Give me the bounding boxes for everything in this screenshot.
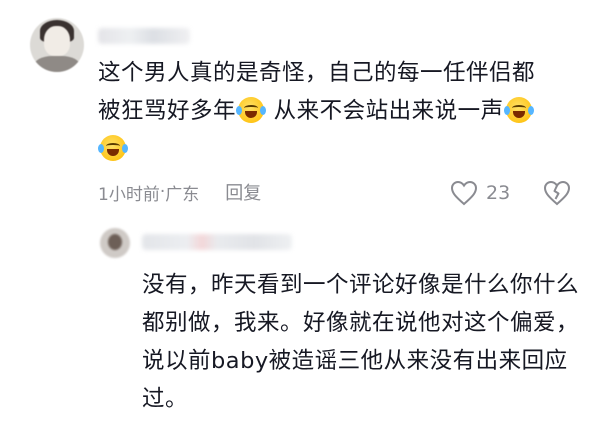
comment-text: 这个男人真的是奇怪，自己的每一任伴侣都 被狂骂好多年 从来不会站出来说一声 [98,54,584,168]
comment-time: 1小时前 [98,184,160,205]
like-count: 23 [486,182,511,204]
laughing-crying-emoji-icon [236,97,267,123]
reply-username-blurred[interactable] [142,234,292,250]
comment-text-line2b: 从来不会站出来说一声 [266,98,504,124]
reply-avatar[interactable] [100,228,130,258]
comment-text-line2a: 被狂骂好多年 [98,98,237,124]
like-button[interactable]: 23 [450,178,510,208]
broken-heart-outline-icon[interactable] [543,178,571,208]
reply-text: 没有，昨天看到一个评论好像是什么你什么都别做，我来。好像就在说他对这个偏爱，说以… [142,272,580,412]
laughing-crying-emoji-icon [98,135,128,161]
comment-text-line1: 这个男人真的是奇怪，自己的每一任伴侣都 [98,60,536,86]
reply-button[interactable]: 回复 [225,179,261,205]
heart-outline-icon [450,180,478,206]
comment-avatar[interactable] [30,18,84,72]
comment-meta: 1小时前 · 广东 回复 [98,178,261,206]
comment-username-blurred[interactable] [98,28,190,44]
laughing-crying-emoji-icon [503,97,534,123]
comment-location: 广东 [165,184,200,205]
